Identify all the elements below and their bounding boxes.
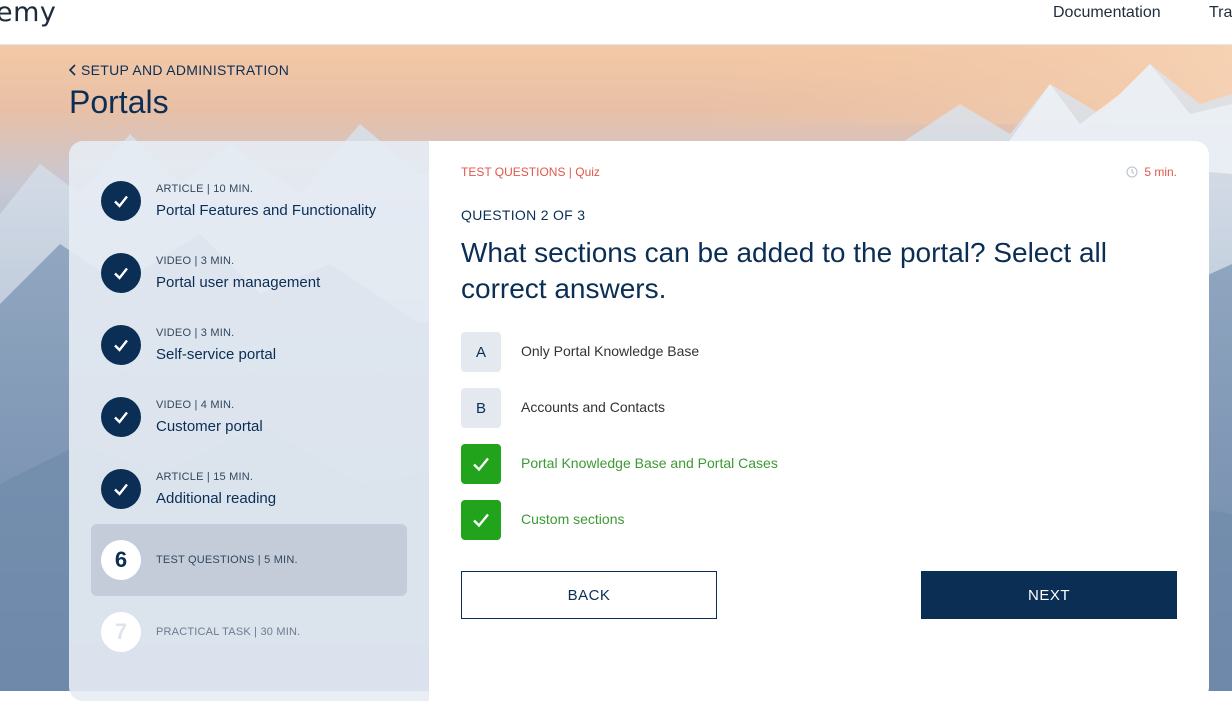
nav-link-documentation[interactable]: Documentation	[1053, 4, 1161, 22]
check-icon	[101, 253, 141, 293]
step-meta: VIDEO | 4 MIN.	[156, 399, 235, 411]
step-item[interactable]: VIDEO | 4 MIN. Customer portal	[91, 381, 407, 453]
check-icon	[101, 181, 141, 221]
question-number: QUESTION 2 OF 3	[461, 207, 586, 223]
back-button[interactable]: BACK	[461, 571, 717, 619]
step-meta: ARTICLE | 10 MIN.	[156, 183, 254, 195]
step-item-active[interactable]: 6 TEST QUESTIONS | 5 MIN.	[91, 524, 407, 596]
option-label: Accounts and Contacts	[521, 399, 665, 415]
quiz-panel: TEST QUESTIONS | Quiz 5 min. QUESTION 2 …	[429, 141, 1209, 701]
step-item[interactable]: ARTICLE | 10 MIN. Portal Features and Fu…	[91, 165, 407, 237]
answer-option[interactable]: A Only Portal Knowledge Base	[461, 332, 1061, 372]
check-icon	[101, 397, 141, 437]
step-item[interactable]: VIDEO | 3 MIN. Portal user management	[91, 237, 407, 309]
breadcrumb-label: SETUP AND ADMINISTRATION	[81, 62, 290, 78]
answer-option-selected[interactable]: Custom sections	[461, 500, 1061, 540]
checkbox-checked-icon[interactable]	[461, 500, 501, 540]
step-title: Portal user management	[156, 274, 321, 291]
clock-icon	[1126, 166, 1138, 178]
step-title: Customer portal	[156, 418, 263, 435]
step-number: 6	[101, 540, 141, 580]
option-letter[interactable]: B	[461, 388, 501, 428]
step-title: Additional reading	[156, 490, 277, 507]
breadcrumb[interactable]: SETUP AND ADMINISTRATION	[69, 62, 289, 78]
next-button[interactable]: NEXT	[921, 571, 1177, 619]
step-meta: VIDEO | 3 MIN.	[156, 255, 235, 267]
check-icon	[101, 469, 141, 509]
duration-label: 5 min.	[1144, 165, 1177, 179]
option-letter[interactable]: A	[461, 332, 501, 372]
step-item[interactable]: ARTICLE | 15 MIN. Additional reading	[91, 453, 407, 525]
step-meta: ARTICLE | 15 MIN.	[156, 471, 254, 483]
duration: 5 min.	[1126, 165, 1177, 179]
logo[interactable]: emy	[0, 0, 56, 28]
option-label: Custom sections	[521, 511, 625, 527]
step-meta: PRACTICAL TASK | 30 MIN.	[156, 626, 301, 638]
step-number: 7	[101, 612, 141, 652]
option-label: Only Portal Knowledge Base	[521, 343, 700, 359]
check-icon	[101, 325, 141, 365]
question-text: What sections can be added to the portal…	[461, 237, 1107, 304]
option-label: Portal Knowledge Base and Portal Cases	[521, 455, 778, 471]
step-meta: VIDEO | 3 MIN.	[156, 327, 235, 339]
steps-sidebar: ARTICLE | 10 MIN. Portal Features and Fu…	[69, 141, 429, 701]
quiz-tag: TEST QUESTIONS | Quiz	[461, 165, 600, 179]
page-title: Portals	[69, 84, 169, 120]
step-item-upcoming[interactable]: 7 PRACTICAL TASK | 30 MIN.	[91, 596, 407, 668]
chevron-left-icon	[69, 64, 76, 76]
answer-option-selected[interactable]: Portal Knowledge Base and Portal Cases	[461, 444, 1061, 484]
step-meta: TEST QUESTIONS | 5 MIN.	[156, 554, 298, 566]
checkbox-checked-icon[interactable]	[461, 444, 501, 484]
step-title: Portal Features and Functionality	[156, 202, 377, 219]
step-item[interactable]: VIDEO | 3 MIN. Self-service portal	[91, 309, 407, 381]
top-navbar: emy Documentation Tra	[0, 0, 1232, 45]
nav-link-training[interactable]: Tra	[1209, 4, 1232, 22]
answer-option[interactable]: B Accounts and Contacts	[461, 388, 1061, 428]
step-title: Self-service portal	[156, 346, 277, 363]
course-card: ARTICLE | 10 MIN. Portal Features and Fu…	[69, 141, 1209, 701]
